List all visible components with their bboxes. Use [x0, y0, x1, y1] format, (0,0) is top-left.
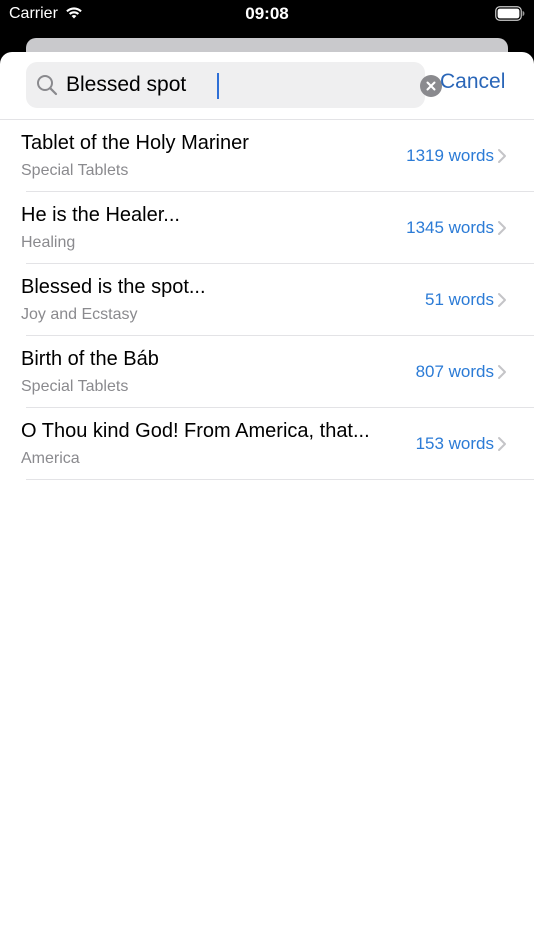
item-word-count: 1345 words [406, 218, 494, 237]
item-word-count: 1319 words [406, 146, 494, 165]
list-item[interactable]: O Thou kind God! From America, that... A… [0, 408, 534, 480]
list-item[interactable]: Tablet of the Holy Mariner Special Table… [0, 120, 534, 192]
item-category: America [21, 450, 80, 467]
clear-search-button[interactable] [420, 75, 442, 97]
search-icon [37, 75, 58, 96]
item-category: Joy and Ecstasy [21, 306, 138, 323]
item-category: Healing [21, 234, 76, 251]
list-item[interactable]: He is the Healer... Healing 1345 words [0, 192, 534, 264]
search-sheet: Cancel Tablet of the Holy Mariner Specia… [0, 52, 534, 950]
chevron-right-icon [498, 365, 506, 379]
item-category: Special Tablets [21, 378, 129, 395]
search-input[interactable] [66, 62, 386, 108]
item-title: He is the Healer... [21, 204, 180, 226]
list-item[interactable]: Birth of the Báb Special Tablets 807 wor… [0, 336, 534, 408]
item-word-count: 807 words [415, 362, 494, 381]
text-cursor [217, 73, 219, 99]
item-word-count: 153 words [415, 434, 494, 453]
chevron-right-icon [498, 293, 506, 307]
battery-icon [495, 6, 525, 21]
chevron-right-icon [498, 221, 506, 235]
search-field[interactable] [26, 62, 442, 108]
chevron-right-icon [498, 437, 506, 451]
item-category: Special Tablets [21, 162, 129, 179]
list-item[interactable]: Blessed is the spot... Joy and Ecstasy 5… [0, 264, 534, 336]
item-title: O Thou kind God! From America, that... [21, 420, 370, 442]
clear-icon [426, 81, 436, 91]
item-title: Blessed is the spot... [21, 276, 206, 298]
chevron-right-icon [498, 149, 506, 163]
cancel-button[interactable]: Cancel [440, 70, 505, 94]
item-title: Birth of the Báb [21, 348, 159, 370]
search-bar: Cancel [0, 52, 534, 120]
status-bar: Carrier 09:08 [0, 0, 534, 40]
results-list: Tablet of the Holy Mariner Special Table… [0, 119, 534, 480]
item-word-count: 51 words [425, 290, 494, 309]
status-time: 09:08 [245, 4, 289, 23]
item-title: Tablet of the Holy Mariner [21, 132, 249, 154]
